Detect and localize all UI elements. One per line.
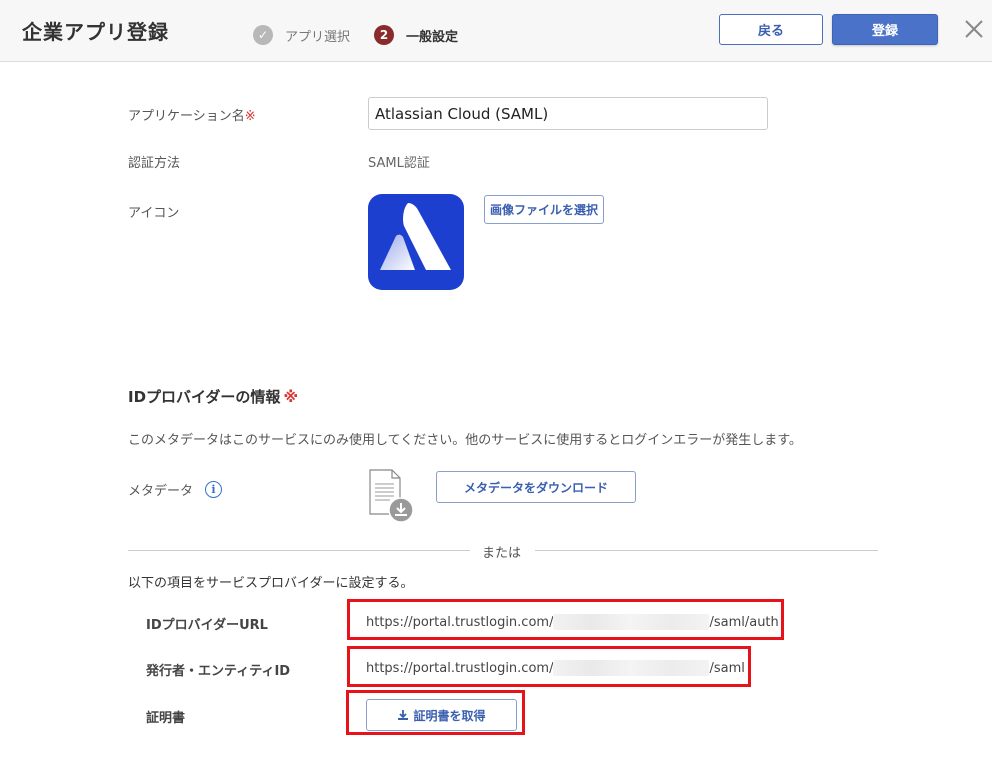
info-icon[interactable]: i <box>205 481 223 498</box>
divider <box>535 550 878 551</box>
icon-label: アイコン <box>128 206 180 221</box>
metadata-label: メタデータ i <box>128 480 223 499</box>
idp-url-label: IDプロバイダーURL <box>146 618 268 633</box>
redacted-text <box>553 660 710 676</box>
redacted-text <box>553 614 710 630</box>
download-metadata-button[interactable]: メタデータをダウンロード <box>436 471 636 503</box>
idp-url-value[interactable]: https://portal.trustlogin.com/ /saml/auth <box>366 612 779 632</box>
certificate-label: 証明書 <box>146 711 186 726</box>
step-number: 2 <box>374 25 394 45</box>
download-icon <box>398 710 409 720</box>
header-bar: 企業アプリ登録 ✓ アプリ選択 2 一般設定 戻る 登録 <box>0 0 992 62</box>
close-icon[interactable] <box>963 18 985 40</box>
idp-url-prefix: https://portal.trustlogin.com/ <box>366 614 554 630</box>
issuer-entity-id-label: 発行者・エンティティID <box>146 664 291 679</box>
idp-description: このメタデータはこのサービスにのみ使用してください。他のサービスに使用するとログ… <box>128 433 802 448</box>
auth-method-label: 認証方法 <box>128 156 181 171</box>
back-button[interactable]: 戻る <box>719 14 823 45</box>
app-name-input[interactable]: Atlassian Cloud (SAML) <box>368 97 768 130</box>
app-name-label: アプリケーション名※ <box>128 105 256 124</box>
register-button[interactable]: 登録 <box>832 14 938 45</box>
step-label: 一般設定 <box>406 29 459 45</box>
check-icon: ✓ <box>253 25 273 45</box>
select-image-file-button[interactable]: 画像ファイルを選択 <box>484 195 604 224</box>
auth-method-value: SAML認証 <box>368 156 430 171</box>
required-mark: ※ <box>283 388 299 406</box>
sp-settings-description: 以下の項目をサービスプロバイダーに設定する。 <box>128 576 414 591</box>
divider-or-text: または <box>482 546 522 561</box>
required-mark: ※ <box>244 109 256 124</box>
issuer-value[interactable]: https://portal.trustlogin.com/ /saml <box>366 658 745 678</box>
issuer-prefix: https://portal.trustlogin.com/ <box>366 660 554 676</box>
get-certificate-button[interactable]: 証明書を取得 <box>366 699 517 731</box>
issuer-suffix: /saml <box>709 660 745 676</box>
page-title: 企業アプリ登録 <box>22 20 169 44</box>
metadata-file-icon <box>369 469 414 523</box>
step-app-select: ✓ アプリ選択 <box>253 25 350 45</box>
idp-section-title: IDプロバイダーの情報 ※ <box>128 386 298 407</box>
idp-url-suffix: /saml/auth <box>709 614 779 630</box>
idp-title-text: IDプロバイダーの情報 <box>128 388 281 406</box>
metadata-label-text: メタデータ <box>128 484 194 499</box>
get-certificate-label: 証明書を取得 <box>413 708 486 723</box>
step-general-settings: 2 一般設定 <box>374 25 458 45</box>
app-name-label-text: アプリケーション名 <box>128 109 245 124</box>
atlassian-logo-icon <box>368 194 464 290</box>
divider <box>128 550 470 551</box>
step-label: アプリ選択 <box>285 29 351 45</box>
